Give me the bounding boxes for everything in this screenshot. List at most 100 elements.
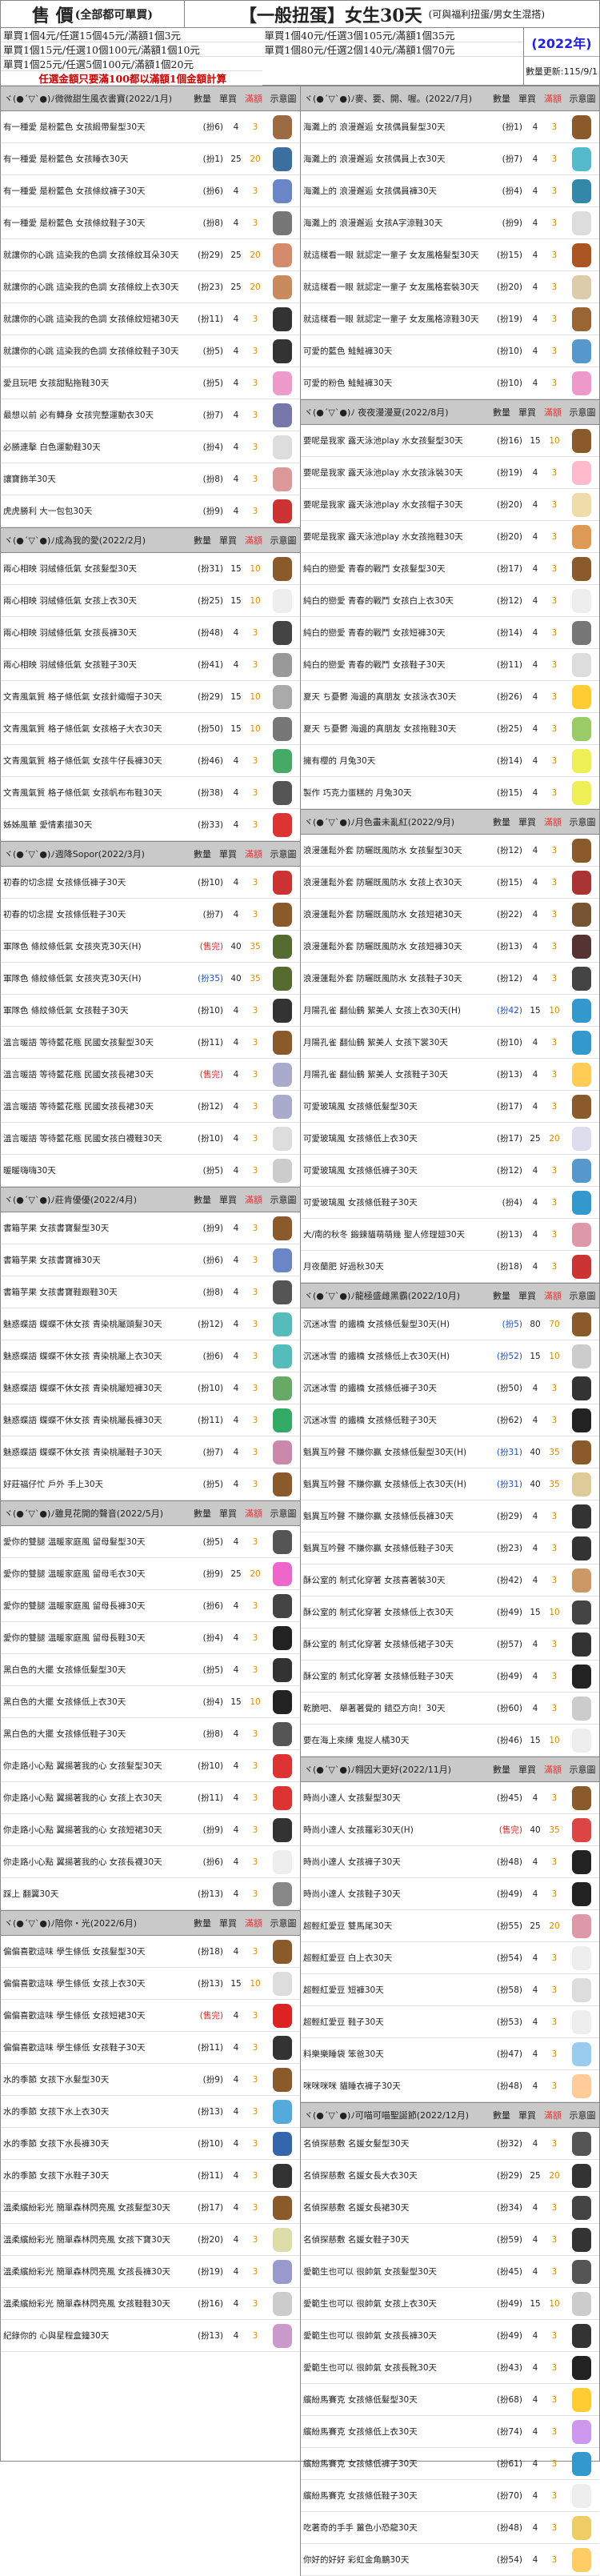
item-row[interactable]: 要呢是我家 露天泳池play 水女孩帽子30天 (扮20) 4 3 — [301, 489, 599, 521]
item-row[interactable]: 紀錄你的 心與星程盒鐘30天 (扮13) 4 3 — [1, 2320, 300, 2352]
item-row[interactable]: 名偵探慈敷 名媛女長裙30天 (扮34) 4 3 — [301, 2192, 599, 2224]
item-row[interactable]: 偏偏喜歡這味 學生條低 女孩髮型30天 (扮18) 4 3 — [1, 1936, 300, 1968]
item-row[interactable]: 繽紛馬賽克 女孩條低上衣30天 (扮74) 4 3 — [301, 2416, 599, 2448]
item-row[interactable]: 文青風氣質 格子條低氣 女孩格子大衣30天 (扮50) 15 10 — [1, 713, 300, 745]
item-row[interactable]: 可愛的藍色 鮭鮭褲30天 (扮10) 4 3 — [301, 335, 599, 367]
item-row[interactable]: 就這樣看一眼 就認定一輩子 女友風格髮型30天 (扮15) 4 3 — [301, 239, 599, 271]
item-row[interactable]: 書箱芋果 女孩書寶鞋跟鞋30天 (扮8) 4 3 — [1, 1276, 300, 1308]
item-row[interactable]: 兩心相映 羽絨條低氣 女孩髮型30天 (扮31) 15 10 — [1, 553, 300, 585]
item-row[interactable]: 水的季節 女孩下水長褲30天 (扮10) 4 3 — [1, 2128, 300, 2160]
item-row[interactable]: 你走路小心點 翼揚著我的心 女孩短裙30天 (扮9) 4 3 — [1, 1814, 300, 1846]
item-row[interactable]: 吃著奇的手手 薑色小恐龍30天 (扮48) 4 3 — [301, 2512, 599, 2544]
item-row[interactable]: 名偵探慈敷 名媛女長大衣30天 (扮29) 25 20 — [301, 2160, 599, 2192]
item-row[interactable]: 就讓你的心跳 這染我的色調 女孩條紋上衣30天 (扮23) 25 20 — [1, 271, 300, 303]
item-row[interactable]: 最想以前 必有轉身 女孩完整運動衣30天 (扮7) 4 3 — [1, 399, 300, 431]
item-row[interactable]: 書箱芋果 女孩書寶髮型30天 (扮9) 4 3 — [1, 1212, 300, 1244]
item-row[interactable]: 超輕紅愛豆 雙馬尾30天 (扮55) 25 20 — [301, 1910, 599, 1942]
item-row[interactable]: 虎虎勝利 大一包包30天 (扮9) 4 3 — [1, 495, 300, 527]
item-row[interactable]: 愛你的雙腿 溫暖家庭風 留母髮型30天 (扮5) 4 3 — [1, 1526, 300, 1558]
item-row[interactable]: 就讓你的心跳 這染我的色調 女孩條紋耳朵30天 (扮29) 25 20 — [1, 239, 300, 271]
item-row[interactable]: 可愛的粉色 鮭鮭褲30天 (扮10) 4 3 — [301, 367, 599, 399]
item-row[interactable]: 文青風氣質 格子條低氣 女孩牛仔長褲30天 (扮46) 4 3 — [1, 745, 300, 777]
item-row[interactable]: 魅惑蝶語 蝶蝶不休女孩 青染桃屬上衣30天 (扮6) 4 3 — [1, 1340, 300, 1372]
item-row[interactable]: 好莊福仔忙 戶外 手上30天 (扮5) 4 3 — [1, 1468, 300, 1500]
item-row[interactable]: 溫言暖語 等待藍花瓶 民國女孩髮型30天 (扮11) 4 3 — [1, 1027, 300, 1059]
item-row[interactable]: 黑白色的大擺 女孩條低髮型30天 (扮5) 4 3 — [1, 1654, 300, 1686]
item-row[interactable]: 擁有櫻的 月兔30天 (扮14) 4 3 — [301, 745, 599, 777]
item-row[interactable]: 繽紛馬賽克 女孩條低髮型30天 (扮68) 4 3 — [301, 2384, 599, 2416]
item-row[interactable]: 酥公室的 制式化穿著 女孩條低鞋子30天 (扮49) 4 3 — [301, 1661, 599, 1693]
item-row[interactable]: 文青風氣質 格子條低氣 女孩針織帽子30天 (扮29) 15 10 — [1, 681, 300, 713]
item-row[interactable]: 月陽孔雀 翻仙鶴 絮美人 女孩下裳30天 (扮10) 4 3 — [301, 1027, 599, 1059]
item-row[interactable]: 純白的戀愛 青春的戰鬥 女孩髮型30天 (扮17) 4 3 — [301, 553, 599, 585]
item-row[interactable]: 暖暖嗨嗨30天 (扮5) 4 3 — [1, 1155, 300, 1187]
item-row[interactable]: 要在海上來練 鬼捉人橘30天 (扮46) 15 10 — [301, 1725, 599, 1757]
item-row[interactable]: 要呢是我家 露天泳池play 水女孩泳裝30天 (扮19) 4 3 — [301, 457, 599, 489]
item-row[interactable]: 兩心相映 羽絨條低氣 女孩鞋子30天 (扮41) 4 3 — [1, 649, 300, 681]
item-row[interactable]: 繽紛馬賽克 女孩條低鞋子30天 (扮70) 4 3 — [301, 2480, 599, 2512]
item-row[interactable]: 名偵探慈敷 名媛女鞋子30天 (扮59) 4 3 — [301, 2224, 599, 2256]
item-row[interactable]: 偏偏喜歡這味 學生條低 女孩短裙30天 (售完) 4 3 — [1, 2000, 300, 2032]
item-row[interactable]: 黑白色的大擺 女孩條低上衣30天 (扮4) 15 10 — [1, 1686, 300, 1718]
item-row[interactable]: 就讓你的心跳 這染我的色調 女孩條紋短裙30天 (扮11) 4 3 — [1, 303, 300, 335]
item-row[interactable]: 有一種愛 是粉藍色 女孩睡衣30天 (扮1) 25 20 — [1, 143, 300, 175]
item-row[interactable]: 沉迷冰雪 的鐵橋 女孩條低褲子30天 (扮50) 4 3 — [301, 1372, 599, 1404]
item-row[interactable]: 超輕紅愛豆 短褲30天 (扮58) 4 3 — [301, 1974, 599, 2006]
item-row[interactable]: 愛範生也可以 很帥氣 女孩上衣30天 (扮49) 15 10 — [301, 2288, 599, 2320]
item-row[interactable]: 夏天 ち憂鬱 海邊的真朋友 女孩拖鞋30天 (扮25) 4 3 — [301, 713, 599, 745]
item-row[interactable]: 月陽孔雀 翻仙鶴 絮美人 女孩鞋子30天 (扮13) 4 3 — [301, 1059, 599, 1091]
item-row[interactable]: 愛你的雙腿 溫暖家庭風 留母長褲30天 (扮6) 4 3 — [1, 1590, 300, 1622]
item-row[interactable]: 就這樣看一眼 就認定一輩子 女友風格涼鞋30天 (扮19) 4 3 — [301, 303, 599, 335]
item-row[interactable]: 超輕紅愛豆 鞋子30天 (扮53) 4 3 — [301, 2006, 599, 2038]
item-row[interactable]: 魅惑蝶語 蝶蝶不休女孩 青染桃屬鞋子30天 (扮7) 4 3 — [1, 1436, 300, 1468]
item-row[interactable]: 書箱芋果 女孩書寶褲30天 (扮6) 4 3 — [1, 1244, 300, 1276]
item-row[interactable]: 魁異互吟聲 不賺你贏 女孩條低上衣30天(H) (扮31) 40 35 — [301, 1468, 599, 1500]
item-row[interactable]: 溫言暖語 等待藍花瓶 民國女孩白襪鞋30天 (扮10) 4 3 — [1, 1123, 300, 1155]
item-row[interactable]: 浪漫蓮鬆外套 防曬既風防水 女孩短褲30天 (扮13) 4 3 — [301, 931, 599, 963]
item-row[interactable]: 溫柔繽紛彩光 簡單森林閃亮風 女孩髮型30天 (扮17) 4 3 — [1, 2192, 300, 2224]
item-row[interactable]: 沉迷冰雪 的鐵橋 女孩條低髮型30天(H) (扮5) 80 70 — [301, 1308, 599, 1340]
item-row[interactable]: 溫言暖語 等待藍花瓶 民國女孩長裙30天 (扮12) 4 3 — [1, 1091, 300, 1123]
item-row[interactable]: 初春的切念提 女孩條低鞋子30天 (扮7) 4 3 — [1, 899, 300, 931]
item-row[interactable]: 愛範生也可以 很帥氣 女孩髮型30天 (扮45) 4 3 — [301, 2256, 599, 2288]
item-row[interactable]: 浪漫蓮鬆外套 防曬既風防水 女孩鞋子30天 (扮12) 4 3 — [301, 963, 599, 995]
item-row[interactable]: 月夜蘭肥 好過秋30天 (扮18) 4 3 — [301, 1251, 599, 1283]
item-row[interactable]: 軍隊色 條紋條低氣 女孩夾克30天(H) (扮35) 40 35 — [1, 963, 300, 995]
item-row[interactable]: 初春的切念提 女孩條低褲子30天 (扮10) 4 3 — [1, 867, 300, 899]
item-row[interactable]: 必勝連擊 白色運動鞋30天 (扮4) 4 3 — [1, 431, 300, 463]
item-row[interactable]: 超輕紅愛豆 白上衣30天 (扮54) 4 3 — [301, 1942, 599, 1974]
item-row[interactable]: 有一種愛 是粉藍色 女孩條紋鞋子30天 (扮8) 4 3 — [1, 207, 300, 239]
item-row[interactable]: 愛你的雙腿 溫暖家庭風 留母長鞋30天 (扮4) 4 3 — [1, 1622, 300, 1654]
item-row[interactable]: 愛且玩吧 女孩甜點拖鞋30天 (扮5) 4 3 — [1, 367, 300, 399]
item-row[interactable]: 大/南的秋冬 鍛鍊貓萌萌幾 聖人修理翅30天 (扮13) 4 3 — [301, 1219, 599, 1251]
item-row[interactable]: 魁異互吟聲 不賺你贏 女孩條低髮型30天(H) (扮31) 40 35 — [301, 1436, 599, 1468]
item-row[interactable]: 魁異互吟聲 不賺你贏 女孩條低長褲30天 (扮29) 4 3 — [301, 1500, 599, 1532]
item-row[interactable]: 黑白色的大擺 女孩條低鞋子30天 (扮8) 4 3 — [1, 1718, 300, 1750]
item-row[interactable]: 愛範生也可以 很帥氣 女孩長靴30天 (扮43) 4 3 — [301, 2352, 599, 2384]
item-row[interactable]: 兩心相映 羽絨條低氣 女孩上衣30天 (扮25) 15 10 — [1, 585, 300, 617]
item-row[interactable]: 純白的戀愛 青春的戰鬥 女孩白上衣30天 (扮12) 4 3 — [301, 585, 599, 617]
item-row[interactable]: 沉迷冰雪 的鐵橋 女孩條低鞋子30天 (扮62) 4 3 — [301, 1404, 599, 1436]
item-row[interactable]: 名偵探慈敷 名媛女髮型30天 (扮32) 4 3 — [301, 2128, 599, 2160]
item-row[interactable]: 純白的戀愛 青春的戰鬥 女孩鞋子30天 (扮11) 4 3 — [301, 649, 599, 681]
item-row[interactable]: 就讓你的心跳 這染我的色調 女孩條紋鞋子30天 (扮5) 4 3 — [1, 335, 300, 367]
item-row[interactable]: 你走路小心點 翼揚著我的心 女孩長襪30天 (扮6) 4 3 — [1, 1846, 300, 1878]
item-row[interactable]: 軍隊色 條紋條低氣 女孩夾克30天(H) (售完) 40 35 — [1, 931, 300, 963]
item-row[interactable]: 愛你的雙腿 溫暖家庭風 留母毛衣30天 (扮9) 25 20 — [1, 1558, 300, 1590]
item-row[interactable]: 要呢是我家 露天泳池play 水女孩髮型30天 (扮16) 15 10 — [301, 425, 599, 457]
item-row[interactable]: 可愛玻璃風 女孩條低上衣30天 (扮17) 25 20 — [301, 1123, 599, 1155]
item-row[interactable]: 你走路小心點 翼揚著我的心 女孩上衣30天 (扮11) 4 3 — [1, 1782, 300, 1814]
item-row[interactable]: 時尚小達人 女孩羅彩30天(H) (售完) 40 35 — [301, 1814, 599, 1846]
item-row[interactable]: 海灘上的 浪漫邂逅 女孩偶員上衣30天 (扮7) 4 3 — [301, 143, 599, 175]
item-row[interactable]: 魅惑蝶語 蝶蝶不休女孩 青染桃屬長褲30天 (扮11) 4 3 — [1, 1404, 300, 1436]
item-row[interactable]: 浪漫蓮鬆外套 防曬既風防水 女孩短裙30天 (扮22) 4 3 — [301, 899, 599, 931]
item-row[interactable]: 純白的戀愛 青春的戰鬥 女孩短褲30天 (扮14) 4 3 — [301, 617, 599, 649]
item-row[interactable]: 時尚小達人 女孩髮型30天 (扮45) 4 3 — [301, 1782, 599, 1814]
item-row[interactable]: 踩上 翻翼30天 (扮13) 4 3 — [1, 1878, 300, 1910]
item-row[interactable]: 溫柔繽紛彩光 簡單森林閃亮風 女孩下寶30天 (扮20) 4 3 — [1, 2224, 300, 2256]
item-row[interactable]: 讓寶飾羊30天 (扮8) 4 3 — [1, 463, 300, 495]
item-row[interactable]: 偏偏喜歡這味 學生條低 女孩上衣30天 (扮13) 15 10 — [1, 1968, 300, 2000]
item-row[interactable]: 魁異互吟聲 不賺你贏 女孩條低鞋子30天 (扮23) 4 3 — [301, 1532, 599, 1564]
item-row[interactable]: 酥公室的 制式化穿著 女孩條低上衣30天 (扮49) 15 10 — [301, 1596, 599, 1629]
item-row[interactable]: 海灘上的 浪漫邂逅 女孩偶員褲30天 (扮4) 4 3 — [301, 175, 599, 207]
